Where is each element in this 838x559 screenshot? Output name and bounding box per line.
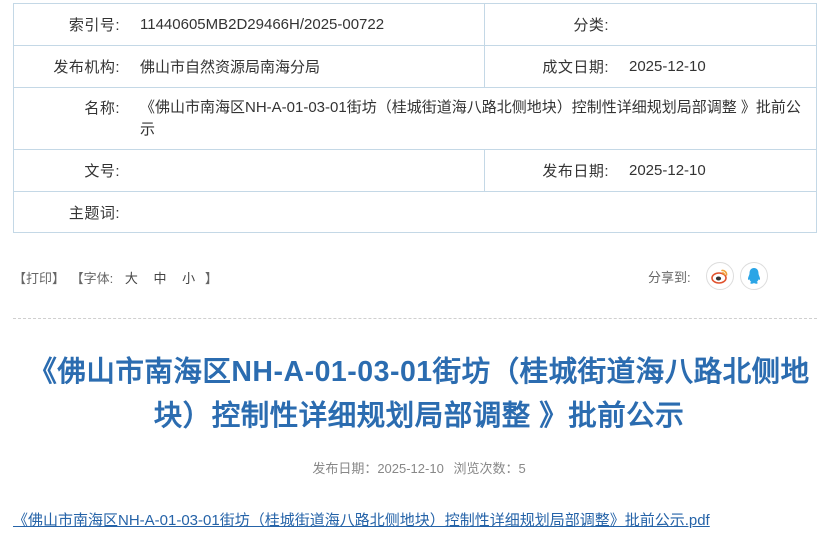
font-size-label: 【字体: (70, 271, 114, 286)
meta-cell-publish-date: 发布日期: 2025-12-10 (485, 150, 816, 191)
font-size-small-button[interactable]: 小 (182, 271, 195, 286)
name-value: 《佛山市南海区NH-A-01-03-01街坊（桂城街道海八路北侧地块）控制性详细… (140, 98, 801, 138)
meta-row-subject: 主题词: (14, 192, 816, 232)
share-label: 分享到: (648, 269, 691, 285)
meta-row-issuer: 发布机构: 佛山市自然资源局南海分局 成文日期: 2025-12-10 (14, 46, 816, 88)
category-value (623, 4, 629, 45)
meta-row-name: 名称: 《佛山市南海区NH-A-01-03-01街坊（桂城街道海八路北侧地块）控… (14, 88, 816, 150)
article-view-count: 浏览次数：5 (453, 461, 526, 476)
weibo-share-button[interactable] (705, 262, 734, 290)
qq-share-button[interactable] (739, 262, 768, 290)
meta-cell-written-date: 成文日期: 2025-12-10 (485, 46, 816, 87)
doc-no-label: 文号: (84, 163, 120, 180)
article-publish-date: 发布日期：2025-12-10 (312, 461, 444, 476)
meta-cell-category: 分类: (485, 4, 816, 45)
doc-no-value (134, 150, 140, 191)
qq-icon (747, 268, 760, 284)
index-value: 11440605MB2D29466H/2025-00722 (140, 16, 385, 33)
issuer-value: 佛山市自然资源局南海分局 (140, 59, 321, 76)
publish-date-label: 发布日期: (542, 163, 609, 180)
issuer-label: 发布机构: (53, 59, 120, 76)
meta-row-docno: 文号: 发布日期: 2025-12-10 (14, 150, 816, 192)
name-label: 名称: (84, 100, 120, 117)
weibo-icon (710, 269, 727, 284)
index-label: 索引号: (68, 17, 120, 34)
meta-row-index: 索引号: 11440605MB2D29466H/2025-00722 分类: (14, 4, 816, 46)
meta-cell-docno: 文号: (14, 150, 485, 191)
share-bar: 分享到: (648, 262, 774, 290)
attachment-pdf-link[interactable]: 《佛山市南海区NH-A-01-03-01街坊（桂城街道海八路北侧地块）控制性详细… (13, 509, 710, 530)
article-title: 《佛山市南海区NH-A-01-03-01街坊（桂城街道海八路北侧地块）控制性详细… (28, 356, 810, 432)
document-meta-table: 索引号: 11440605MB2D29466H/2025-00722 分类: 发… (13, 3, 817, 233)
category-label: 分类: (573, 17, 609, 34)
meta-cell-issuer: 发布机构: 佛山市自然资源局南海分局 (14, 46, 485, 87)
font-size-large-button[interactable]: 大 (125, 271, 138, 286)
written-date-label: 成文日期: (542, 59, 609, 76)
publish-date-value: 2025-12-10 (629, 162, 706, 179)
written-date-value: 2025-12-10 (629, 58, 706, 75)
font-size-close-bracket: 】 (204, 271, 218, 286)
print-button[interactable]: 【打印】 (13, 271, 65, 286)
article-info: 发布日期：2025-12-10 浏览次数：5 (0, 458, 838, 477)
font-size-medium-button[interactable]: 中 (154, 271, 167, 286)
meta-cell-index: 索引号: 11440605MB2D29466H/2025-00722 (14, 4, 485, 45)
article-tools: 【打印】 【字体: 大 中 小 】 (13, 268, 220, 287)
subject-label: 主题词: (68, 204, 120, 222)
content-divider (13, 318, 817, 319)
subject-value (134, 192, 140, 232)
